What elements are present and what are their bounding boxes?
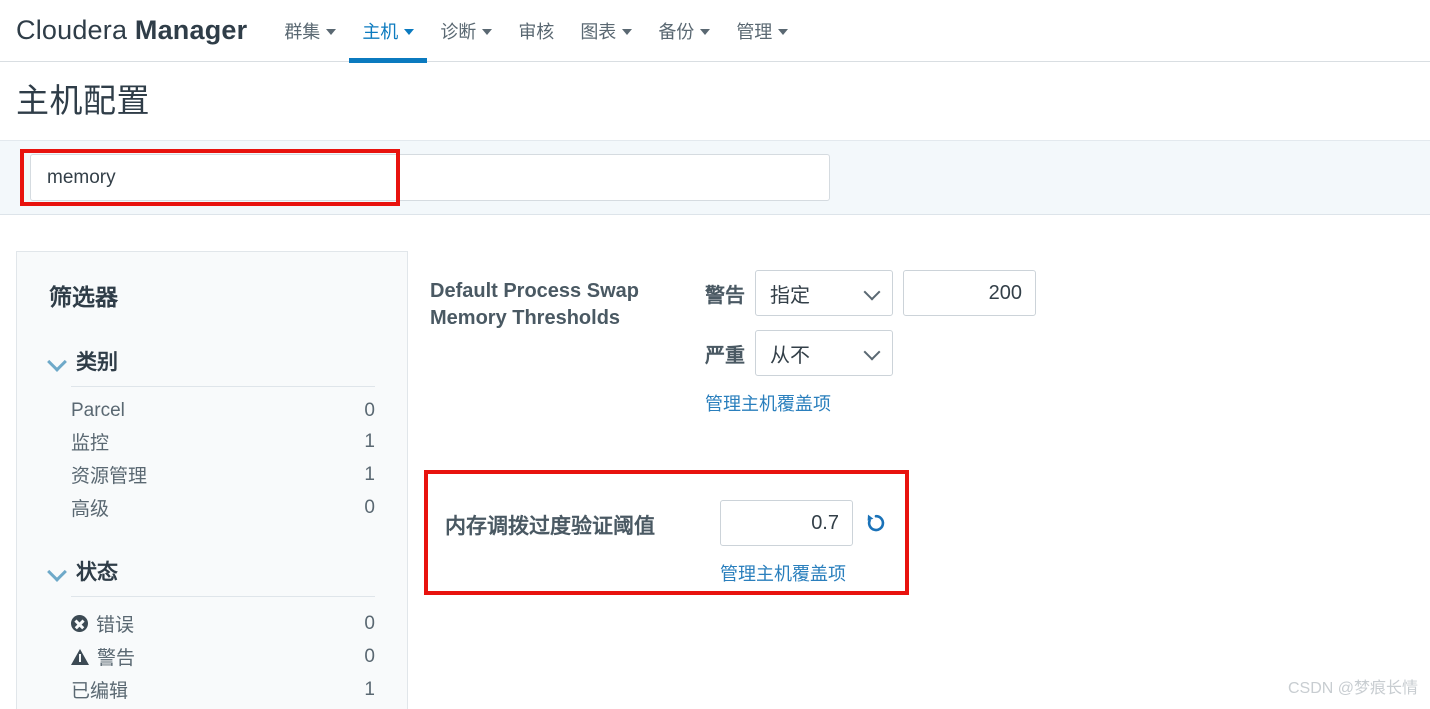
filter-item-advanced[interactable]: 高级 0: [71, 491, 375, 524]
nav-item-hosts[interactable]: 主机: [349, 0, 428, 63]
threshold-critical-select-value: 从不: [770, 344, 810, 367]
page-root: Cloudera Manager 群集 主机 诊断 审核 图表 备份 管理 主机…: [0, 0, 1430, 709]
filters-panel: 筛选器 类别 Parcel 0 监控 1 资源管理 1 高级 0 状态 错误 0…: [16, 251, 408, 709]
page-title: 主机配置: [16, 82, 150, 119]
filter-item-label: Parcel: [71, 400, 125, 421]
config-fields: 警告 指定 严重 从不 管理主机覆盖项: [705, 270, 1390, 416]
filter-item-resource-management[interactable]: 资源管理 1: [71, 458, 375, 491]
divider: [71, 596, 375, 597]
warning-icon: [71, 648, 89, 665]
nav-item-backup[interactable]: 备份: [645, 0, 723, 62]
filter-item-edited[interactable]: 已编辑 1: [71, 673, 375, 706]
main-nav: 群集 主机 诊断 审核 图表 备份 管理: [271, 0, 801, 63]
filter-item-count: 1: [364, 463, 375, 485]
threshold-warning-row: 警告 指定: [705, 270, 1390, 316]
chevron-down-icon: [49, 563, 66, 580]
filter-item-label: 已编辑: [71, 681, 129, 702]
chevron-down-icon: [482, 29, 493, 35]
threshold-warning-select[interactable]: 指定: [755, 270, 893, 316]
nav-item-diagnostics[interactable]: 诊断: [427, 0, 505, 62]
threshold-critical-label: 严重: [705, 344, 745, 367]
filter-item-parcel[interactable]: Parcel 0: [71, 397, 375, 425]
overcommit-value-row: [720, 500, 889, 546]
config-item-swap-memory-thresholds: Default Process Swap Memory Thresholds 警…: [430, 270, 1390, 416]
filter-section-category: 类别 Parcel 0 监控 1 资源管理 1 高级 0: [49, 346, 375, 524]
watermark: CSDN @梦痕长情: [1287, 680, 1418, 697]
nav-item-charts[interactable]: 图表: [567, 0, 645, 62]
overcommit-threshold-input[interactable]: [720, 500, 853, 546]
manage-host-overrides-link[interactable]: 管理主机覆盖项: [720, 560, 846, 586]
chevron-down-icon: [622, 29, 633, 35]
nav-item-clusters[interactable]: 群集: [271, 0, 349, 62]
filter-item-label: 高级: [71, 499, 110, 520]
manage-host-overrides-link[interactable]: 管理主机覆盖项: [705, 390, 831, 416]
nav-label: 诊断: [440, 21, 477, 42]
chevron-down-icon: [700, 29, 711, 35]
chevron-down-icon: [863, 283, 881, 301]
brand-light-text: Cloudera: [16, 15, 135, 45]
nav-label: 管理: [736, 21, 773, 42]
filter-list-status: 错误 0 警告 0 已编辑 1 非默认 1: [71, 607, 375, 709]
threshold-critical-row: 严重 从不: [705, 330, 1390, 376]
nav-label: 群集: [284, 21, 321, 42]
filter-item-error[interactable]: 错误 0: [71, 607, 375, 640]
filter-item-count: 0: [364, 645, 375, 667]
filter-item-label: 错误: [96, 615, 135, 636]
threshold-warning-value-input[interactable]: [903, 270, 1036, 316]
search-input[interactable]: [30, 154, 830, 201]
filter-item-count: 0: [364, 612, 375, 634]
chevron-down-icon: [326, 29, 337, 35]
chevron-down-icon: [778, 29, 789, 35]
filter-item-label: 监控: [71, 433, 110, 454]
filter-item-count: 0: [364, 400, 375, 421]
filter-item-count: 1: [364, 678, 375, 700]
app-logo[interactable]: Cloudera Manager: [16, 17, 247, 44]
nav-label: 主机: [362, 21, 399, 42]
top-navigation-bar: Cloudera Manager 群集 主机 诊断 审核 图表 备份 管理: [0, 0, 1430, 63]
filter-section-header-status[interactable]: 状态: [49, 556, 375, 596]
config-label: 内存调拨过度验证阈值: [445, 515, 655, 538]
config-label: Default Process Swap Memory Thresholds: [430, 280, 639, 329]
nav-label: 图表: [580, 21, 617, 42]
brand-bold-text: Manager: [134, 15, 248, 45]
filter-item-warning[interactable]: 警告 0: [71, 640, 375, 673]
filters-title: 筛选器: [49, 284, 118, 310]
chevron-down-icon: [49, 353, 66, 370]
chevron-down-icon: [863, 343, 881, 361]
config-item-memory-overcommit-threshold: 内存调拨过度验证阈值 管理主机覆盖项: [445, 500, 905, 586]
filter-list-category: Parcel 0 监控 1 资源管理 1 高级 0: [71, 397, 375, 524]
filter-section-status: 状态 错误 0 警告 0 已编辑 1: [49, 556, 375, 709]
filter-item-count: 0: [364, 496, 375, 518]
filter-item-count: 1: [364, 430, 375, 452]
nav-item-audits[interactable]: 审核: [505, 0, 567, 62]
threshold-critical-select[interactable]: 从不: [755, 330, 893, 376]
filter-section-header-category[interactable]: 类别: [49, 346, 375, 386]
error-icon: [71, 615, 88, 632]
filter-item-label: 警告: [97, 648, 136, 669]
threshold-warning-select-value: 指定: [770, 284, 810, 307]
filter-item-monitoring[interactable]: 监控 1: [71, 425, 375, 458]
config-fields: 管理主机覆盖项: [720, 500, 889, 586]
undo-reset-icon[interactable]: [863, 510, 889, 536]
nav-item-administration[interactable]: 管理: [723, 0, 801, 62]
filter-section-label: 状态: [76, 561, 118, 584]
filter-item-label: 资源管理: [71, 466, 148, 487]
chevron-down-icon: [404, 29, 415, 35]
nav-label: 审核: [518, 21, 555, 42]
nav-label: 备份: [658, 21, 695, 42]
divider: [71, 386, 375, 387]
threshold-warning-label: 警告: [705, 284, 745, 307]
filter-section-label: 类别: [76, 351, 118, 374]
